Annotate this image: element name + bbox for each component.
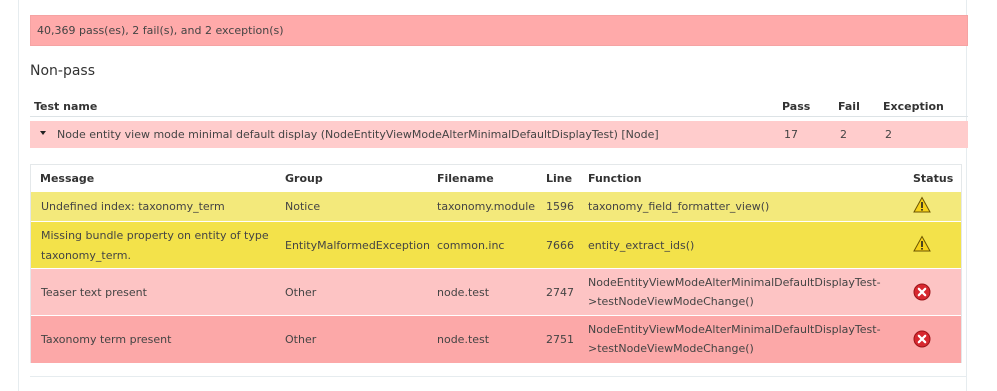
group-text: EntityMalformedException	[285, 239, 430, 252]
group-text: Notice	[285, 200, 321, 213]
non-pass-heading: Non-pass	[30, 63, 96, 79]
line-text: 2747	[546, 286, 574, 299]
line-text: 1596	[546, 200, 574, 213]
group-text: Other	[285, 286, 317, 299]
test-summary-banner: 40,369 pass(es), 2 fail(s), and 2 except…	[30, 15, 968, 46]
test-fail-count: 2	[840, 128, 847, 141]
error-icon	[913, 283, 931, 301]
test-table-header: Test name Pass Fail Exception	[30, 96, 968, 117]
col-exception[interactable]: Exception	[883, 100, 944, 113]
message-table-header: Message Group Filename Line Function Sta…	[31, 165, 961, 192]
table-row: Taxonomy term present Other node.test 27…	[31, 316, 961, 363]
function-text: taxonomy_field_formatter_view()	[588, 200, 770, 213]
table-row: Missing bundle property on entity of typ…	[31, 222, 961, 268]
filename-text: common.inc	[437, 239, 505, 252]
message-text: Taxonomy term present	[41, 333, 172, 346]
warning-icon	[913, 196, 931, 213]
col-status[interactable]: Status	[913, 172, 953, 185]
col-function[interactable]: Function	[588, 172, 642, 185]
col-group[interactable]: Group	[285, 172, 323, 185]
warning-icon	[913, 235, 931, 252]
col-filename[interactable]: Filename	[437, 172, 494, 185]
test-pass-count: 17	[784, 128, 798, 141]
table-row: Undefined index: taxonomy_term Notice ta…	[31, 192, 961, 221]
filename-text: taxonomy.module	[437, 200, 536, 213]
col-pass[interactable]: Pass	[782, 100, 810, 113]
error-icon	[913, 330, 931, 348]
col-test-name[interactable]: Test name	[34, 100, 97, 113]
col-line[interactable]: Line	[546, 172, 572, 185]
col-fail[interactable]: Fail	[838, 100, 860, 113]
message-text: Missing bundle property on entity of typ…	[41, 229, 269, 242]
col-message[interactable]: Message	[40, 172, 94, 185]
message-text: Undefined index: taxonomy_term	[41, 200, 225, 213]
filename-text: node.test	[437, 286, 490, 299]
message-text-cont: taxonomy_term.	[41, 249, 132, 262]
function-text: NodeEntityViewModeAlterMinimalDefaultDis…	[588, 276, 881, 289]
function-text-cont: >testNodeViewModeChange()	[588, 295, 754, 308]
table-row: Teaser text present Other node.test 2747…	[31, 269, 961, 315]
message-text: Teaser text present	[41, 286, 147, 299]
test-row-collapsible[interactable]: Node entity view mode minimal default di…	[30, 121, 968, 148]
message-table: Message Group Filename Line Function Sta…	[30, 164, 962, 363]
caret-down-icon[interactable]	[40, 131, 46, 135]
filename-text: node.test	[437, 333, 490, 346]
line-text: 2751	[546, 333, 574, 346]
bottom-divider	[30, 376, 967, 377]
function-text: NodeEntityViewModeAlterMinimalDefaultDis…	[588, 323, 881, 336]
function-text-cont: >testNodeViewModeChange()	[588, 342, 754, 355]
line-text: 7666	[546, 239, 574, 252]
group-text: Other	[285, 333, 317, 346]
function-text: entity_extract_ids()	[588, 239, 695, 252]
test-name: Node entity view mode minimal default di…	[57, 128, 659, 141]
test-exception-count: 2	[885, 128, 892, 141]
